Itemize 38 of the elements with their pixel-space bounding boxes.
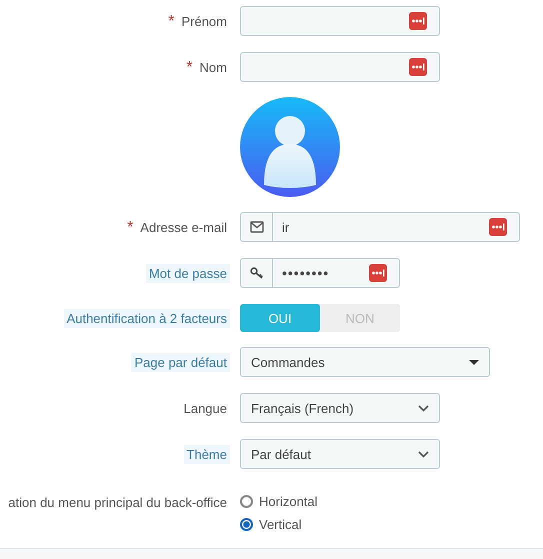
field-label: Authentification à 2 facteurs <box>64 308 230 328</box>
required-mark: * <box>127 220 134 234</box>
password-manager-icon[interactable] <box>409 58 427 76</box>
radio-label[interactable]: Horizontal <box>259 494 318 509</box>
field-value: ir <box>281 220 290 234</box>
field-label: Thème <box>184 444 230 464</box>
select-field[interactable]: Français (French) <box>240 393 440 423</box>
avatar-icon <box>240 97 340 197</box>
chevron-down-icon <box>418 450 429 458</box>
email-field[interactable]: ir <box>240 212 520 242</box>
radio-label[interactable]: Vertical <box>259 517 302 532</box>
chevron-down-icon <box>418 404 429 412</box>
key-icon <box>250 267 264 279</box>
select-field[interactable]: Commandes <box>240 347 490 377</box>
radio-button[interactable] <box>240 495 253 508</box>
field-label: ation du menu principal du back-office <box>7 494 228 512</box>
field-value: •••••••• <box>281 265 330 281</box>
field-label: Nom <box>198 58 228 76</box>
field-label: Mot de passe <box>146 264 230 282</box>
radio-button[interactable] <box>240 518 253 531</box>
field-label: Adresse e-mail <box>139 218 228 236</box>
select-value: Par défaut <box>250 446 312 462</box>
text-field[interactable] <box>240 6 440 36</box>
password-manager-icon[interactable] <box>409 12 427 30</box>
envelope-icon <box>250 221 264 233</box>
password-manager-icon[interactable] <box>489 218 507 236</box>
password-manager-icon[interactable] <box>369 264 387 282</box>
select-value: Commandes <box>250 354 326 370</box>
required-mark: * <box>186 60 193 74</box>
required-mark: * <box>168 14 174 28</box>
select-value: Français (French) <box>250 400 355 416</box>
password-field[interactable]: •••••••• <box>240 258 400 288</box>
select-field[interactable]: Par défaut <box>240 439 440 469</box>
text-field[interactable] <box>240 52 440 82</box>
field-label: Page par défaut <box>131 352 230 372</box>
field-label: Langue <box>182 400 228 418</box>
caret-icon <box>469 360 479 364</box>
field-label: Prénom <box>180 12 228 30</box>
